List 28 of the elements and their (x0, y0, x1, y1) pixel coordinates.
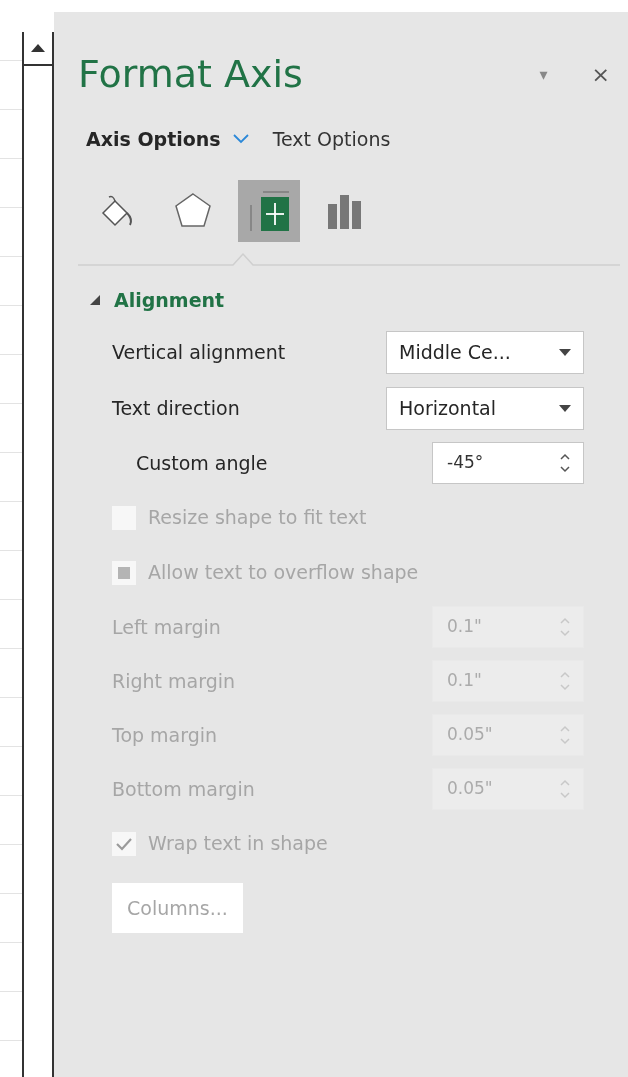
pane-tab[interactable]: Text Options (272, 125, 391, 154)
field-label: Left margin (112, 614, 221, 640)
triangle-icon (90, 294, 100, 305)
pane-title: Format Axis (78, 51, 303, 98)
dropdown-field[interactable]: Middle Ce... (386, 330, 584, 374)
dropdown-caret-icon (559, 404, 571, 412)
field-label: Custom angle (136, 450, 268, 476)
field-label: Right margin (112, 668, 236, 694)
field-label: Top margin (112, 722, 218, 748)
up-arrow-icon (31, 44, 45, 52)
category-button[interactable] (238, 179, 300, 242)
dropdown-caret-icon (559, 348, 571, 356)
checkbox-label: Wrap text in shape (148, 831, 328, 857)
field-label: Bottom margin (112, 776, 255, 802)
checkbox-label: Resize shape to fit text (148, 505, 367, 531)
field-label: Text direction (112, 395, 240, 421)
field-label: Vertical alignment (112, 339, 286, 365)
checkbox-label: Allow text to overflow shape (148, 560, 419, 586)
size-properties-icon (247, 188, 291, 233)
section-header[interactable]: Alignment (90, 285, 225, 314)
pane-menu-button[interactable]: ▾ (539, 62, 548, 87)
spinner-field[interactable]: -45° (432, 442, 584, 484)
pane-tab[interactable]: Axis Options (86, 125, 249, 154)
close-button[interactable]: × (591, 58, 610, 91)
scrollbar[interactable] (22, 32, 54, 1077)
dropdown-field[interactable]: Horizontal (386, 386, 584, 430)
chevron-down-icon (232, 134, 249, 145)
spin-arrows-icon[interactable] (559, 451, 571, 475)
